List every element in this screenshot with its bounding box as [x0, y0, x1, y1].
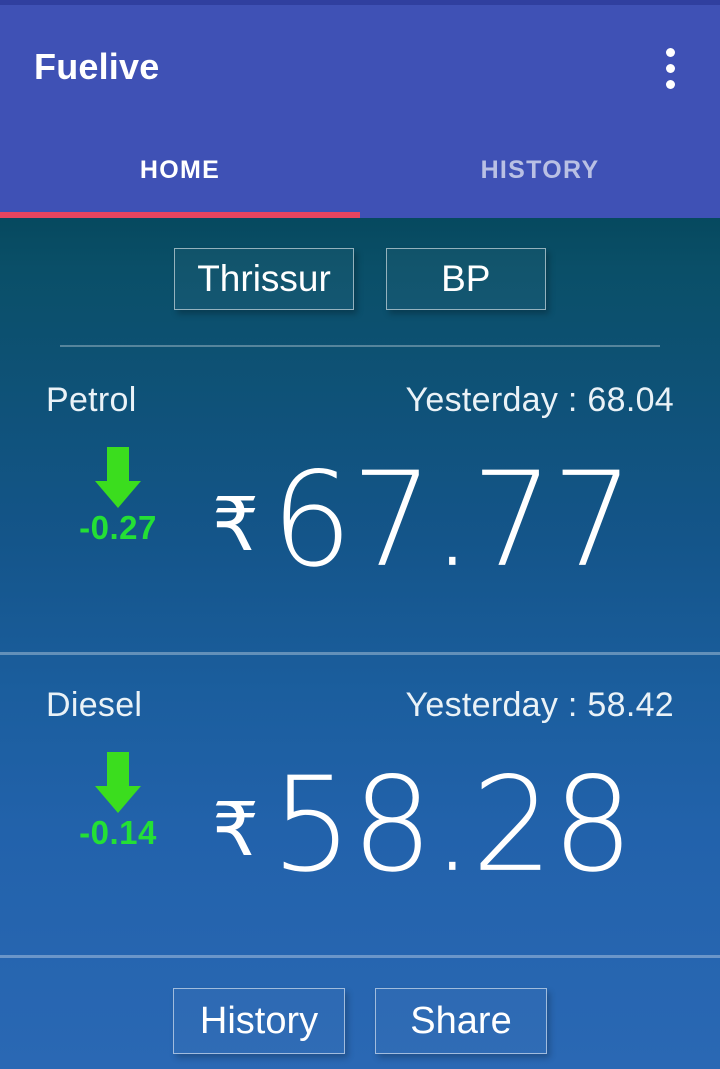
petrol-price-group: ₹ 67.77 — [208, 444, 720, 596]
divider-above-actions — [0, 955, 720, 958]
petrol-header: Petrol Yesterday : 68.04 — [0, 370, 720, 430]
tab-bar: HOME HISTORY — [0, 130, 720, 210]
arrow-shaft — [107, 447, 129, 483]
petrol-delta-group: -0.27 — [28, 447, 208, 546]
content-area: Thrissur BP Petrol Yesterday : 68.04 -0.… — [0, 218, 720, 1069]
diesel-delta-value: -0.14 — [79, 814, 157, 851]
overflow-dot-2 — [665, 63, 675, 73]
arrow-head — [95, 481, 141, 508]
rupee-icon: ₹ — [212, 787, 260, 871]
diesel-header: Diesel Yesterday : 58.42 — [0, 675, 720, 735]
selector-row: Thrissur BP — [0, 236, 720, 321]
rupee-icon: ₹ — [212, 482, 260, 566]
divider-under-selectors — [60, 345, 660, 347]
history-button[interactable]: History — [173, 988, 345, 1054]
petrol-price-value: 67.77 — [271, 444, 633, 596]
divider-between-fuels — [0, 652, 720, 655]
diesel-price-row: -0.14 ₹ 58.28 — [0, 735, 720, 910]
brand-selector-button[interactable]: BP — [385, 247, 546, 310]
diesel-name-label: Diesel — [46, 685, 143, 724]
petrol-delta-value: -0.27 — [79, 509, 157, 546]
petrol-yesterday-label: Yesterday : 68.04 — [405, 380, 674, 419]
app-root: Fuelive HOME HISTORY Thrissur BP Petrol … — [0, 0, 720, 1069]
fuel-block-diesel: Diesel Yesterday : 58.42 -0.14 ₹ 58.28 — [0, 675, 720, 955]
tab-history[interactable]: HISTORY — [360, 130, 720, 210]
diesel-price-value: 58.28 — [271, 749, 633, 901]
diesel-delta-group: -0.14 — [28, 752, 208, 851]
overflow-dot-3 — [665, 79, 675, 89]
city-selector-button[interactable]: Thrissur — [174, 247, 354, 310]
diesel-yesterday-label: Yesterday : 58.42 — [405, 685, 674, 724]
app-bar: Fuelive HOME HISTORY — [0, 5, 720, 218]
arrow-head — [95, 786, 141, 813]
app-title: Fuelive — [34, 46, 160, 87]
share-button[interactable]: Share — [375, 988, 547, 1054]
overflow-dot-1 — [665, 47, 675, 57]
more-vertical-icon[interactable] — [648, 39, 692, 97]
arrow-shaft — [107, 752, 129, 788]
petrol-name-label: Petrol — [46, 380, 137, 419]
diesel-price-group: ₹ 58.28 — [208, 749, 720, 901]
petrol-price-row: -0.27 ₹ 67.77 — [0, 430, 720, 605]
action-button-row: History Share — [0, 973, 720, 1069]
fuel-block-petrol: Petrol Yesterday : 68.04 -0.27 ₹ 67.77 — [0, 370, 720, 652]
tab-home[interactable]: HOME — [0, 130, 360, 210]
